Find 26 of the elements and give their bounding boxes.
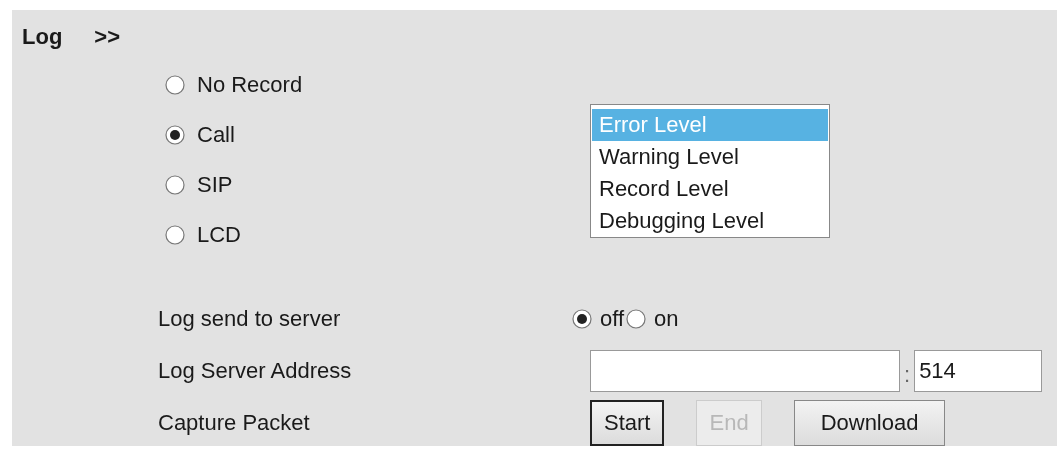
- radio-label[interactable]: Call: [197, 122, 235, 148]
- radio-button[interactable]: [165, 225, 185, 245]
- radio-label[interactable]: LCD: [197, 222, 241, 248]
- radio-button[interactable]: [572, 309, 592, 329]
- radio-button[interactable]: [626, 309, 647, 329]
- field-label: Log send to server: [158, 306, 341, 332]
- capture-button[interactable]: Download: [793, 400, 946, 446]
- listbox-option[interactable]: Warning Level: [592, 141, 828, 173]
- port-separator: :: [904, 362, 911, 388]
- log-level-listbox[interactable]: Error Level Warning Level Record Level Debugging Level: [590, 104, 830, 238]
- radio-button[interactable]: [165, 125, 185, 145]
- field-label: Log Server Address: [158, 358, 352, 384]
- radio-button[interactable]: [165, 175, 185, 195]
- radio-label[interactable]: No Record: [197, 72, 303, 98]
- section-title: Log: [22, 24, 63, 51]
- capture-button[interactable]: Start: [590, 400, 665, 446]
- field-label: Capture Packet: [158, 410, 310, 436]
- radio-label[interactable]: on: [654, 306, 679, 332]
- port-field[interactable]: 514: [914, 350, 1043, 392]
- radio-button[interactable]: [165, 75, 185, 95]
- listbox-option[interactable]: Record Level: [592, 173, 828, 205]
- expand-link[interactable]: >>: [94, 24, 121, 52]
- listbox-option[interactable]: Debugging Level: [592, 205, 828, 237]
- server-address-field[interactable]: [590, 350, 900, 392]
- radio-label[interactable]: off: [600, 306, 625, 332]
- radio-label[interactable]: SIP: [197, 172, 233, 198]
